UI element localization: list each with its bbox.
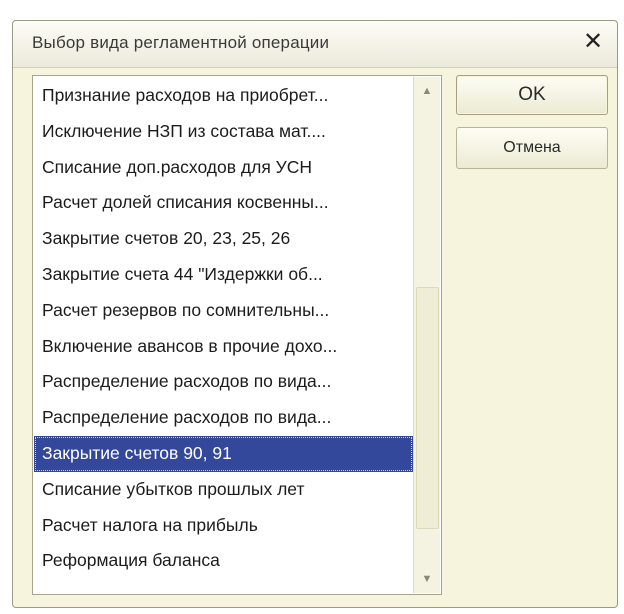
- list-item[interactable]: Закрытие счета 44 "Издержки об...: [34, 257, 413, 293]
- list-item[interactable]: Распределение расходов по вида...: [34, 364, 413, 400]
- list-item[interactable]: Признание расходов на приобрет...: [34, 78, 413, 114]
- list-item[interactable]: Расчет долей списания косвенны...: [34, 185, 413, 221]
- list-item[interactable]: Исключение НЗП из состава мат....: [34, 114, 413, 150]
- list-item[interactable]: Включение авансов в прочие дохо...: [34, 329, 413, 365]
- scroll-down-icon[interactable]: ▼: [414, 567, 440, 591]
- operation-type-dialog: Выбор вида регламентной операции ✕ Призн…: [12, 20, 618, 608]
- list-item[interactable]: Расчет налога на прибыль: [34, 508, 413, 544]
- vertical-scrollbar[interactable]: ▲ ▼: [413, 77, 440, 593]
- dialog-title: Выбор вида регламентной операции: [32, 33, 330, 52]
- list-item[interactable]: Списание убытков прошлых лет: [34, 472, 413, 508]
- close-icon[interactable]: ✕: [577, 26, 609, 58]
- list-item[interactable]: Закрытие счетов 20, 23, 25, 26: [34, 221, 413, 257]
- operation-list-items: Признание расходов на приобрет... Исключ…: [34, 78, 413, 579]
- dialog-titlebar[interactable]: Выбор вида регламентной операции ✕: [13, 21, 617, 68]
- list-item[interactable]: Расчет резервов по сомнительны...: [34, 293, 413, 329]
- list-item-selected[interactable]: Закрытие счетов 90, 91: [34, 435, 413, 472]
- cancel-button[interactable]: Отмена: [456, 127, 608, 169]
- list-item[interactable]: Реформация баланса: [34, 543, 413, 579]
- scrollbar-thumb[interactable]: [416, 287, 439, 529]
- operation-list[interactable]: Признание расходов на приобрет... Исключ…: [32, 75, 442, 595]
- list-item[interactable]: Распределение расходов по вида...: [34, 400, 413, 436]
- ok-button[interactable]: OK: [456, 75, 608, 115]
- scroll-up-icon[interactable]: ▲: [414, 79, 440, 103]
- list-item[interactable]: Списание доп.расходов для УСН: [34, 150, 413, 186]
